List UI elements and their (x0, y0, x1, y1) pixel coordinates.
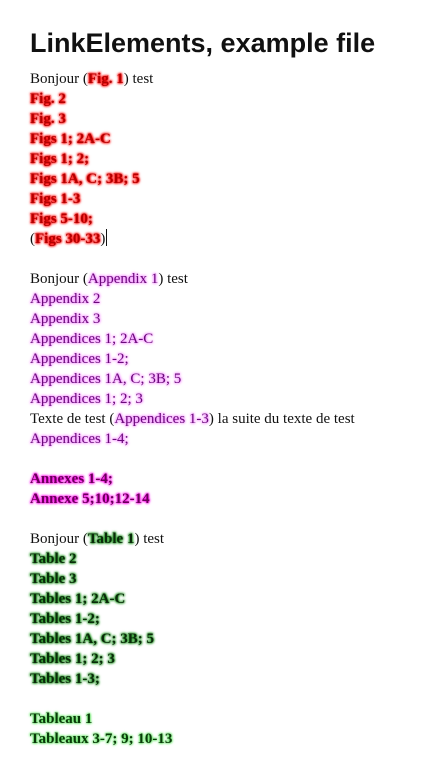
table-link[interactable]: Tables 1; 2; 3 (30, 651, 115, 667)
appendix-link[interactable]: Appendices 1-4; (30, 431, 129, 447)
appendix-text-before: Texte de test ( (30, 411, 115, 427)
figure-link[interactable]: Figs 1-3 (30, 191, 80, 207)
text-cursor (106, 229, 108, 246)
appendix-link[interactable]: Appendices 1; 2; 3 (30, 391, 143, 407)
figure-last-close: ) (100, 231, 106, 247)
table-link[interactable]: Table 2 (30, 551, 77, 567)
figure-intro-after: ) test (123, 71, 154, 87)
annex-link[interactable]: Annexes 1-4; (30, 471, 113, 487)
table-intro-before: Bonjour ( (30, 531, 88, 547)
figure-link[interactable]: Figs 1; 2; (30, 151, 89, 167)
table-link[interactable]: Tables 1-2; (30, 611, 100, 627)
figures-paragraph: Bonjour (Fig. 1) test Fig. 2 Fig. 3 Figs… (30, 69, 430, 249)
annex-link[interactable]: Annexe 5;10;12-14 (30, 491, 150, 507)
page-title: LinkElements, example file (30, 28, 376, 58)
figure-intro-before: Bonjour ( (30, 71, 88, 87)
appendix-link[interactable]: Appendices 1-3 (114, 411, 209, 427)
figure-link[interactable]: Figs 5-10; (30, 211, 93, 227)
appendix-link[interactable]: Appendices 1A, C; 3B; 5 (30, 371, 181, 387)
appendix-link[interactable]: Appendix 2 (30, 291, 100, 307)
figure-link[interactable]: Figs 1; 2A-C (30, 131, 111, 147)
tableau-link[interactable]: Tableaux 3-7; 9; 10-13 (30, 731, 172, 747)
table-link[interactable]: Tables 1-3; (30, 671, 100, 687)
appendix-link[interactable]: Appendix 1 (88, 271, 158, 287)
appendix-text-line: Texte de test (Appendices 1-3) la suite … (30, 409, 430, 429)
figure-link[interactable]: Fig. 3 (30, 111, 66, 127)
table-link[interactable]: Tables 1A, C; 3B; 5 (30, 631, 154, 647)
appendix-intro-after: ) test (158, 271, 188, 287)
document-page: LinkElements, example file Bonjour (Fig.… (30, 24, 430, 749)
tables-paragraph: Bonjour (Table 1) test Table 2 Table 3 T… (30, 529, 430, 689)
figure-intro-line: Bonjour (Fig. 1) test (30, 69, 430, 89)
appendix-intro-line: Bonjour (Appendix 1) test (30, 269, 430, 289)
figure-link[interactable]: Figs 30-33 (35, 231, 100, 247)
figure-link[interactable]: Fig. 2 (30, 91, 66, 107)
appendix-text-after: ) la suite du texte de test (208, 411, 355, 427)
table-link[interactable]: Tables 1; 2A-C (30, 591, 125, 607)
appendix-intro-before: Bonjour ( (30, 271, 88, 287)
appendix-link[interactable]: Appendices 1; 2A-C (30, 331, 153, 347)
table-link[interactable]: Table 3 (30, 571, 77, 587)
table-intro-after: ) test (134, 531, 165, 547)
figure-link[interactable]: Figs 1A, C; 3B; 5 (30, 171, 140, 187)
table-intro-line: Bonjour (Table 1) test (30, 529, 430, 549)
appendices-paragraph: Bonjour (Appendix 1) test Appendix 2 App… (30, 269, 430, 449)
appendix-link[interactable]: Appendix 3 (30, 311, 100, 327)
table-link[interactable]: Table 1 (88, 531, 135, 547)
figure-last-line: (Figs 30-33) (30, 229, 430, 249)
annexes-paragraph: Annexes 1-4; Annexe 5;10;12-14 (30, 469, 430, 509)
appendix-link[interactable]: Appendices 1-2; (30, 351, 129, 367)
tableau-link[interactable]: Tableau 1 (30, 711, 92, 727)
figure-link[interactable]: Fig. 1 (88, 71, 124, 87)
tableaux-paragraph: Tableau 1 Tableaux 3-7; 9; 10-13 (30, 709, 430, 749)
